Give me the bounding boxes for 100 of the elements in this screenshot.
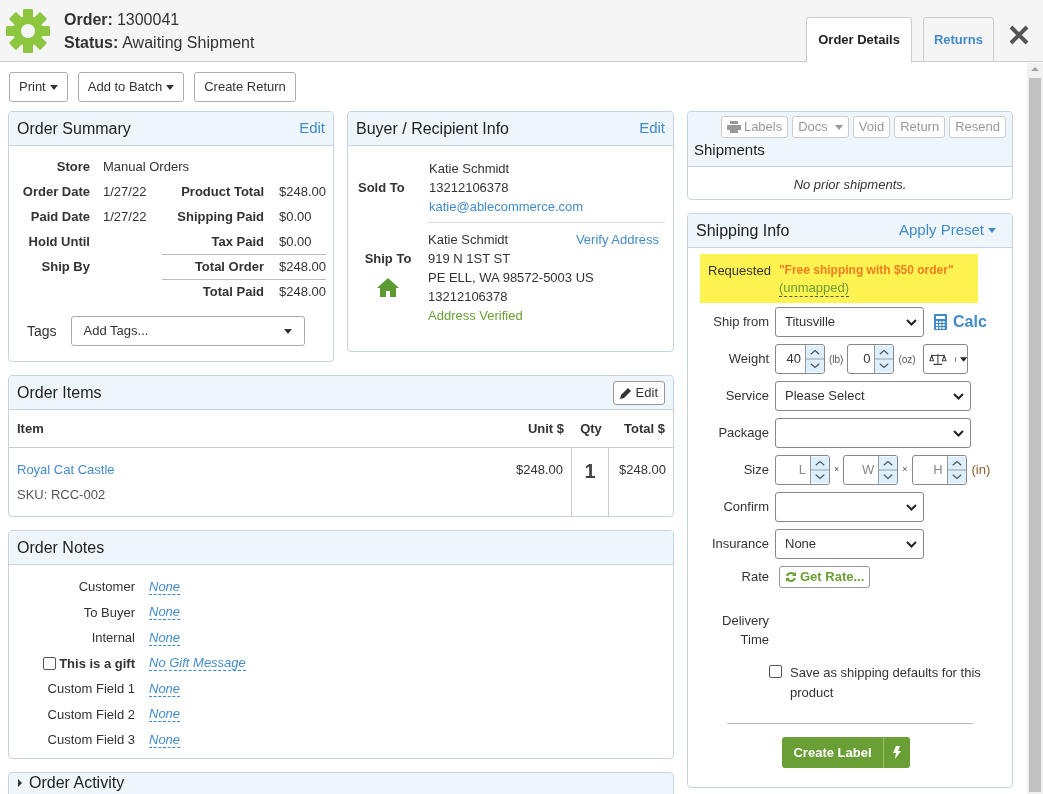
unit-label: (in) (971, 461, 991, 480)
field-label: Custom Field 1 (47, 680, 135, 698)
scrollbar-thumb[interactable] (1029, 78, 1041, 792)
field-label: This is a gift (59, 654, 135, 673)
field-label: Custom Field 2 (47, 705, 135, 724)
caret-icon (988, 228, 996, 233)
field-label: Insurance (711, 536, 769, 552)
field-value: $248.00 (279, 184, 326, 200)
edit-button[interactable]: Edit (612, 380, 665, 405)
toolbar-button[interactable]: Create Return (194, 72, 296, 102)
panel-title: Order Activity (29, 774, 125, 791)
field-label: Confirm (723, 499, 769, 515)
address-line: PE ELL, WA 98572-5003 US (428, 269, 595, 287)
apply-preset-link[interactable]: Apply Preset (898, 219, 996, 242)
field-label: Customer (78, 578, 135, 596)
column-header: Qty (580, 420, 602, 436)
scrollbar[interactable] (1027, 63, 1043, 794)
create-label-button[interactable]: Create Label (782, 737, 910, 768)
select-field[interactable]: Please Select (775, 381, 971, 411)
editable-note-link[interactable]: None (149, 578, 181, 595)
select-field[interactable] (775, 492, 924, 522)
field-label: Custom Field 3 (47, 731, 135, 749)
verify-address-link[interactable]: Verify Address (575, 230, 659, 249)
field-value: $248.00 (279, 284, 326, 300)
field-value: $0.00 (279, 234, 312, 250)
tags-field[interactable]: Add Tags... (70, 316, 305, 346)
table-cell: 1 (584, 460, 596, 482)
address-line: 13212106378 (428, 288, 509, 306)
panel-title: Order Summary (17, 118, 131, 139)
field-label: Service (725, 388, 769, 404)
editable-note-link[interactable]: None (149, 706, 181, 723)
field-label: Ship from (713, 314, 769, 330)
table-cell: $248.00 (619, 462, 666, 477)
field-label: Shipping Paid (177, 209, 264, 225)
number-field[interactable]: H (911, 455, 967, 485)
spinner-arrows-icon (810, 456, 829, 484)
edit-link[interactable]: Edit (299, 117, 325, 140)
spinner-arrows-icon (878, 456, 898, 484)
field-label: Sold To (358, 178, 405, 197)
pencil-icon (619, 386, 632, 399)
gear-icon (5, 8, 51, 54)
calc-link[interactable]: Calc (934, 310, 987, 334)
field-label: Size (743, 462, 769, 478)
panel-header[interactable]: Order Activity (8, 772, 674, 794)
address-line: 919 N 1ST ST (428, 250, 512, 268)
toolbar-button[interactable]: Add to Batch (77, 72, 185, 102)
field-value: 1/27/22 (103, 182, 147, 201)
tab[interactable]: Order Details (806, 17, 912, 63)
refresh-icon (785, 571, 797, 583)
editable-note-link[interactable]: No Gift Message (149, 655, 246, 672)
gift-checkbox[interactable] (43, 656, 57, 670)
field-label: Requested (708, 262, 771, 280)
recipient-name: Katie Schmidt (428, 231, 509, 249)
lightning-icon (892, 746, 901, 759)
scale-icon (928, 352, 947, 366)
spinner-arrows-icon (805, 345, 824, 373)
editable-note-link[interactable]: None (149, 680, 181, 697)
caret-icon (49, 84, 58, 90)
caret-icon (166, 84, 175, 90)
sku-text: SKU: RCC-002 (17, 485, 106, 504)
field-label: Product Total (181, 184, 264, 200)
printer-icon (726, 121, 741, 133)
product-link[interactable]: Royal Cat Castle (17, 460, 115, 480)
status-label: Status: (64, 33, 119, 53)
tab[interactable]: Returns (922, 17, 994, 62)
select-field[interactable]: None (775, 529, 924, 559)
chevron-icon (906, 540, 917, 548)
defaults-checkbox[interactable] (769, 665, 782, 678)
field-label: Order Date (22, 182, 90, 201)
edit-link[interactable]: Edit (639, 117, 665, 140)
field-value: 1/27/22 (103, 207, 147, 226)
close-button[interactable] (1008, 24, 1030, 46)
order-status: Awaiting Shipment (122, 33, 255, 53)
number-field[interactable]: 0 (847, 344, 895, 374)
order-number: 1300041 (116, 10, 180, 30)
editable-note-link[interactable]: None (149, 629, 181, 646)
checkbox-label: Save as shipping defaults for this product (790, 664, 982, 702)
select-field[interactable] (775, 418, 971, 448)
tags-label: Tags (27, 321, 57, 341)
field-value: $248.00 (279, 259, 326, 275)
number-field[interactable]: W (843, 455, 899, 485)
separator-mark: × (834, 463, 840, 477)
panel-title: Shipments (694, 140, 766, 160)
scale-button[interactable] (922, 344, 968, 374)
field-label: Total Paid (202, 284, 264, 300)
number-field[interactable]: L (775, 455, 830, 485)
email-link[interactable]: katie@ablecommerce.com (429, 197, 584, 216)
house-icon (377, 277, 399, 297)
editable-note-link[interactable]: None (149, 604, 181, 621)
spinner-arrows-icon (874, 345, 894, 373)
field-label: Internal (91, 629, 135, 647)
caret-icon (283, 328, 292, 334)
editable-note-link[interactable]: None (149, 731, 181, 748)
mapping-link[interactable]: (unmapped) (778, 280, 849, 297)
field-label: Paid Date (30, 207, 90, 226)
select-field[interactable]: Titusville (775, 307, 924, 337)
toolbar-button[interactable]: Print (9, 72, 68, 102)
get-rate-button[interactable]: Get Rate... (779, 566, 871, 588)
field-label: Ship By (41, 257, 90, 276)
number-field[interactable]: 40 (775, 344, 825, 374)
